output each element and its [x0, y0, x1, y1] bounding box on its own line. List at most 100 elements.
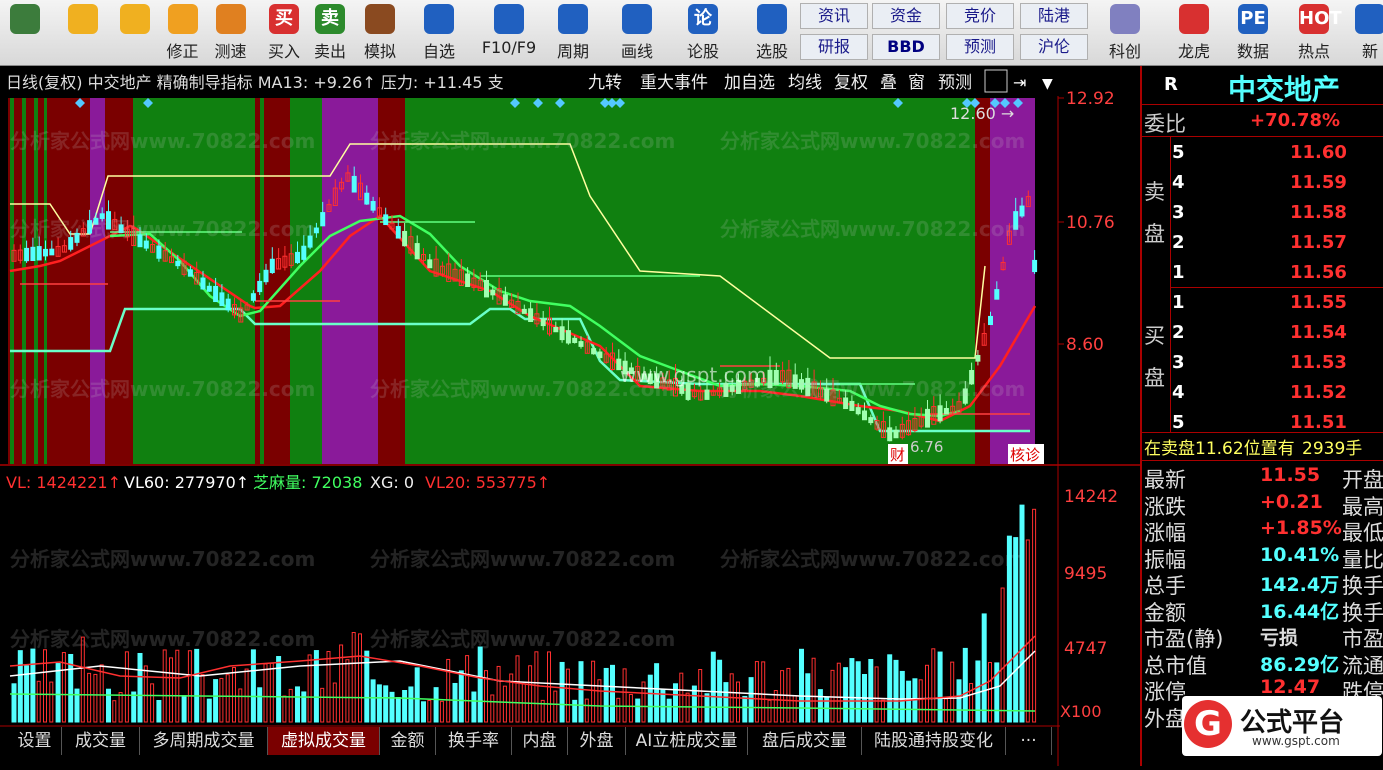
toolbar-label: 卖出 — [313, 42, 346, 61]
stat-value: 11.55 — [1260, 464, 1321, 486]
toolbar-pe-button[interactable]: PE 数据 — [1225, 0, 1281, 66]
bottom-tab-9[interactable]: 盘后成交量 — [748, 727, 862, 755]
toolbar-pen-button[interactable]: 画线 — [605, 0, 669, 66]
kline-chart-area[interactable]: 日线(复权) 中交地产 精确制导指标 MA13: +9.26↑ 压力: +11.… — [0, 66, 1140, 766]
bottom-tab-7[interactable]: 外盘 — [568, 727, 626, 755]
candle-body — [925, 408, 930, 428]
buy-label-2: 盘 — [1144, 366, 1165, 390]
quick-button-2[interactable]: 竞价 — [946, 3, 1014, 29]
volume-bar — [131, 691, 137, 723]
toolbar-select-button[interactable]: 选股 — [740, 0, 804, 66]
quick-button-7[interactable]: 沪伦 — [1020, 34, 1088, 60]
quick-button-5[interactable]: BBD — [872, 34, 940, 60]
volume-bar — [332, 682, 337, 723]
volume-bar — [1000, 587, 1005, 723]
toolbar-back-button[interactable] — [55, 0, 110, 66]
volume-bar — [666, 698, 672, 723]
quick-button-3[interactable]: 陆港 — [1020, 3, 1088, 29]
vol-vl: VL: 1424221↑ — [6, 473, 121, 492]
bottom-tab-4[interactable]: 金额 — [380, 727, 436, 755]
volume-bar — [43, 649, 47, 723]
volume-bar — [717, 659, 723, 723]
toolbar-new-button[interactable]: 新 — [1350, 0, 1383, 66]
volume-bar — [446, 658, 451, 723]
toolbar-f10-button[interactable]: F10/F9 — [475, 0, 543, 66]
stat-label: 总手 — [1144, 574, 1186, 598]
volume-bar — [836, 662, 841, 723]
buy-label-1: 买 — [1144, 324, 1165, 348]
volume-bar — [515, 655, 520, 723]
bottom-tab-6[interactable]: 内盘 — [512, 727, 568, 755]
volume-bar — [887, 654, 893, 723]
watermark-text: www.gspt.com — [620, 363, 766, 387]
quick-button-1[interactable]: 资金 — [872, 3, 940, 29]
jiaozhen-label: 核诊 — [1010, 446, 1040, 464]
volume-bar — [477, 646, 483, 723]
bottom-tab-1[interactable]: 成交量 — [62, 727, 140, 755]
bottom-tab-0[interactable]: 设置 — [8, 727, 62, 755]
toolbar-timer-button[interactable]: 测速 — [208, 0, 253, 66]
quick-button-6[interactable]: 预测 — [946, 34, 1014, 60]
toolbar-arrow-up-button[interactable] — [115, 0, 155, 66]
volume-bar — [206, 698, 212, 723]
volume-bar — [257, 687, 263, 723]
bottom-tab-2[interactable]: 多周期成交量 — [140, 727, 268, 755]
toolbar-discuss-button[interactable]: 论论股 — [675, 0, 731, 66]
watermark-text: 分析家公式网www.70822.com — [10, 129, 315, 153]
toolbar-hot-button[interactable]: HOT 热点 — [1285, 0, 1343, 66]
toolbar-buy-button[interactable]: 买买入 — [262, 0, 306, 66]
volume-bar — [370, 679, 376, 723]
volume-bar — [981, 613, 987, 723]
bottom-tab-11[interactable]: ··· — [1006, 727, 1052, 755]
sell-icon: 卖 — [315, 4, 345, 34]
volume-bar — [143, 665, 148, 723]
toolbar-gavel-button[interactable]: 模拟 — [356, 0, 404, 66]
toolbar-sell-button[interactable]: 卖卖出 — [308, 0, 352, 66]
volume-bar — [679, 672, 684, 723]
brand-badge: G 公式平台 www.gspt.com — [1182, 696, 1382, 756]
toolbar-label: 选股 — [755, 42, 788, 61]
volume-bar — [1019, 504, 1025, 723]
quick-button-0[interactable]: 资讯 — [800, 3, 868, 29]
stat-label: 振幅 — [1144, 547, 1186, 572]
toolbar-layout-button[interactable] — [0, 0, 50, 66]
toolbar-fix-button[interactable]: 修正 — [160, 0, 205, 66]
volume-bar — [112, 700, 117, 723]
toolbar-dragon-button[interactable]: 龙虎 — [1165, 0, 1223, 66]
candle-body — [402, 230, 408, 247]
candle-body — [263, 269, 269, 283]
candle-body — [597, 351, 603, 359]
volume-bar — [421, 701, 426, 723]
volume-bar — [276, 656, 282, 723]
bottom-tab-3[interactable]: 虚拟成交量 — [268, 727, 380, 755]
toolbar-star-button[interactable]: 自选 — [410, 0, 468, 66]
stock-name: 中交地产 — [1228, 73, 1341, 106]
stat-label: 总市值 — [1144, 653, 1207, 678]
volume-bar — [868, 658, 874, 723]
stat-label-right: 最低 — [1342, 521, 1383, 545]
quick-button-4[interactable]: 研报 — [800, 34, 868, 60]
buy-level: 1 — [1172, 292, 1185, 313]
candle-body — [528, 308, 534, 322]
bottom-tab-10[interactable]: 陆股通持股变化 — [862, 727, 1006, 755]
toolbar-chart-trend-button[interactable]: 科创 — [1095, 0, 1155, 66]
vol-axis-label: 9495 — [1064, 564, 1107, 584]
volume-bar — [427, 699, 432, 723]
sell-label-1: 卖 — [1144, 180, 1165, 204]
toolbar-period-button[interactable]: 周期 — [545, 0, 601, 66]
volume-bar — [1032, 508, 1037, 723]
star-icon — [424, 4, 454, 34]
buy-level: 4 — [1172, 382, 1185, 403]
stat-label: 市盈(静) — [1144, 627, 1224, 651]
bottom-tab-5[interactable]: 换手率 — [436, 727, 512, 755]
candle-body — [502, 294, 508, 306]
kline-chart-canvas[interactable]: 日线(复权) 中交地产 精确制导指标 MA13: +9.26↑ 压力: +11.… — [0, 66, 1140, 766]
price-axis-label: 8.60 — [1066, 335, 1104, 355]
volume-bar — [49, 681, 54, 723]
volume-bar — [635, 698, 641, 723]
next-icon: ⇥ — [1013, 73, 1026, 92]
volume-bar — [799, 648, 804, 723]
bottom-tab-8[interactable]: AI立桩成交量 — [626, 727, 748, 755]
watermark-text: 分析家公式网www.70822.com — [10, 547, 315, 571]
volume-bar — [408, 686, 414, 723]
